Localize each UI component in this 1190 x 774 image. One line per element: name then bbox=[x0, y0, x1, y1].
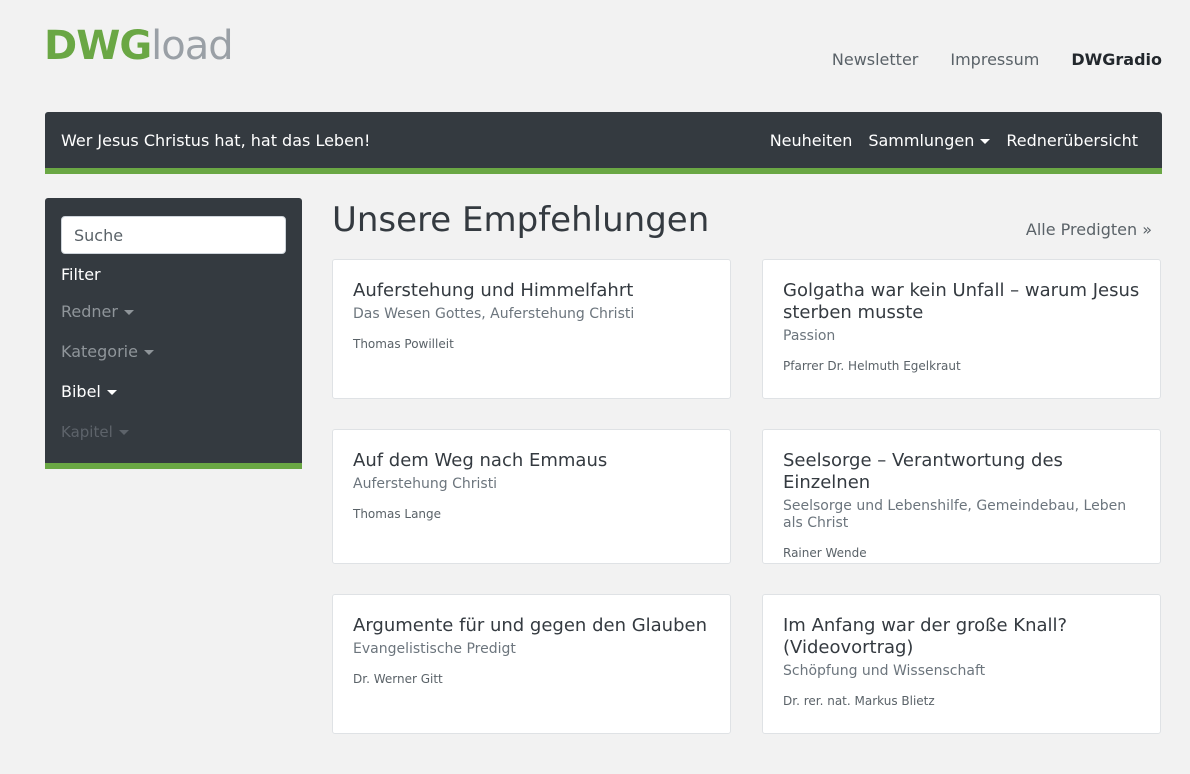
slogan: Wer Jesus Christus hat, hat das Leben! bbox=[61, 130, 371, 150]
filter-kategorie-label: Kategorie bbox=[61, 342, 138, 361]
sermon-title: Golgatha war kein Unfall – warum Jesus s… bbox=[783, 280, 1140, 323]
sermon-topics: Schöpfung und Wissenschaft bbox=[783, 663, 986, 679]
sermon-speaker: Thomas Powilleit bbox=[353, 337, 454, 351]
filter-kapitel-label: Kapitel bbox=[61, 423, 113, 441]
nav-sammlungen-label: Sammlungen bbox=[868, 130, 975, 150]
caret-down-icon bbox=[980, 138, 991, 144]
sermon-title: Seelsorge – Verantwortung des Einzelnen bbox=[783, 450, 1063, 493]
sermon-topics: Seelsorge und Lebenshilfe, Gemeindebau, … bbox=[783, 498, 1127, 531]
sermon-speaker: Dr. Werner Gitt bbox=[353, 672, 443, 686]
caret-down-icon bbox=[106, 390, 117, 395]
site-logo[interactable]: DWGload bbox=[44, 22, 234, 70]
nav-rednerübersicht[interactable]: Rednerübersicht bbox=[1006, 131, 1138, 150]
filter-sidebar: Filter Redner Kategorie Bibel Kapitel bbox=[45, 198, 302, 469]
sermon-topics: Evangelistische Predigt bbox=[353, 641, 516, 657]
caret-down-icon bbox=[118, 430, 129, 435]
filter-redner-dropdown[interactable]: Redner bbox=[61, 292, 286, 332]
filter-redner-label: Redner bbox=[61, 302, 118, 321]
all-sermons-link[interactable]: Alle Predigten » bbox=[1026, 220, 1152, 239]
sermon-topics: Passion bbox=[783, 328, 836, 344]
sermon-title: Auf dem Weg nach Emmaus bbox=[353, 450, 608, 471]
sermon-speaker: Dr. rer. nat. Markus Blietz bbox=[783, 694, 935, 708]
sermon-title: Im Anfang war der große Knall? (Videovor… bbox=[783, 615, 1068, 658]
logo-part-dwg: DWG bbox=[44, 23, 152, 69]
sermon-topics: Auferstehung Christi bbox=[353, 476, 498, 492]
newsletter-link[interactable]: Newsletter bbox=[832, 50, 919, 69]
sermon-topics: Das Wesen Gottes, Auferstehung Christi bbox=[353, 306, 635, 322]
sermon-card[interactable]: Im Anfang war der große Knall? (Videovor… bbox=[762, 594, 1161, 734]
caret-down-icon bbox=[143, 350, 154, 355]
sermon-title: Auferstehung und Himmelfahrt bbox=[353, 280, 634, 301]
sermon-speaker: Rainer Wende bbox=[783, 546, 867, 560]
nav-neuheiten[interactable]: Neuheiten bbox=[770, 131, 853, 150]
logo-part-load: load bbox=[151, 23, 233, 69]
search-input[interactable] bbox=[61, 216, 286, 254]
navbar-menu: Neuheiten Sammlungen Rednerübersicht bbox=[770, 131, 1138, 150]
filter-heading: Filter bbox=[61, 265, 101, 284]
impressum-link[interactable]: Impressum bbox=[950, 50, 1039, 69]
top-nav: Newsletter Impressum DWGradio bbox=[832, 50, 1162, 69]
filter-bibel-dropdown[interactable]: Bibel bbox=[61, 372, 286, 412]
sermon-card[interactable]: Golgatha war kein Unfall – warum Jesus s… bbox=[762, 259, 1161, 399]
filter-kategorie-dropdown[interactable]: Kategorie bbox=[61, 332, 286, 372]
nav-sammlungen-dropdown[interactable]: Sammlungen bbox=[868, 130, 991, 150]
sermon-title: Argumente für und gegen den Glauben bbox=[353, 615, 707, 636]
sermon-card[interactable]: Auf dem Weg nach Emmaus Auferstehung Chr… bbox=[332, 429, 731, 564]
page-title: Unsere Empfehlungen bbox=[332, 200, 710, 240]
main-navbar: Wer Jesus Christus hat, hat das Leben! N… bbox=[45, 112, 1162, 174]
filter-kapitel-dropdown: Kapitel bbox=[61, 412, 286, 452]
dwgradio-link[interactable]: DWGradio bbox=[1071, 50, 1162, 69]
sermon-card[interactable]: Seelsorge – Verantwortung des Einzelnen … bbox=[762, 429, 1161, 564]
filter-bibel-label: Bibel bbox=[61, 382, 101, 401]
sermon-speaker: Thomas Lange bbox=[353, 507, 442, 521]
sermon-card[interactable]: Argumente für und gegen den Glauben Evan… bbox=[332, 594, 731, 734]
sermon-card[interactable]: Auferstehung und Himmelfahrt Das Wesen G… bbox=[332, 259, 731, 399]
caret-down-icon bbox=[123, 310, 134, 315]
sermon-speaker: Pfarrer Dr. Helmuth Egelkraut bbox=[783, 359, 961, 373]
